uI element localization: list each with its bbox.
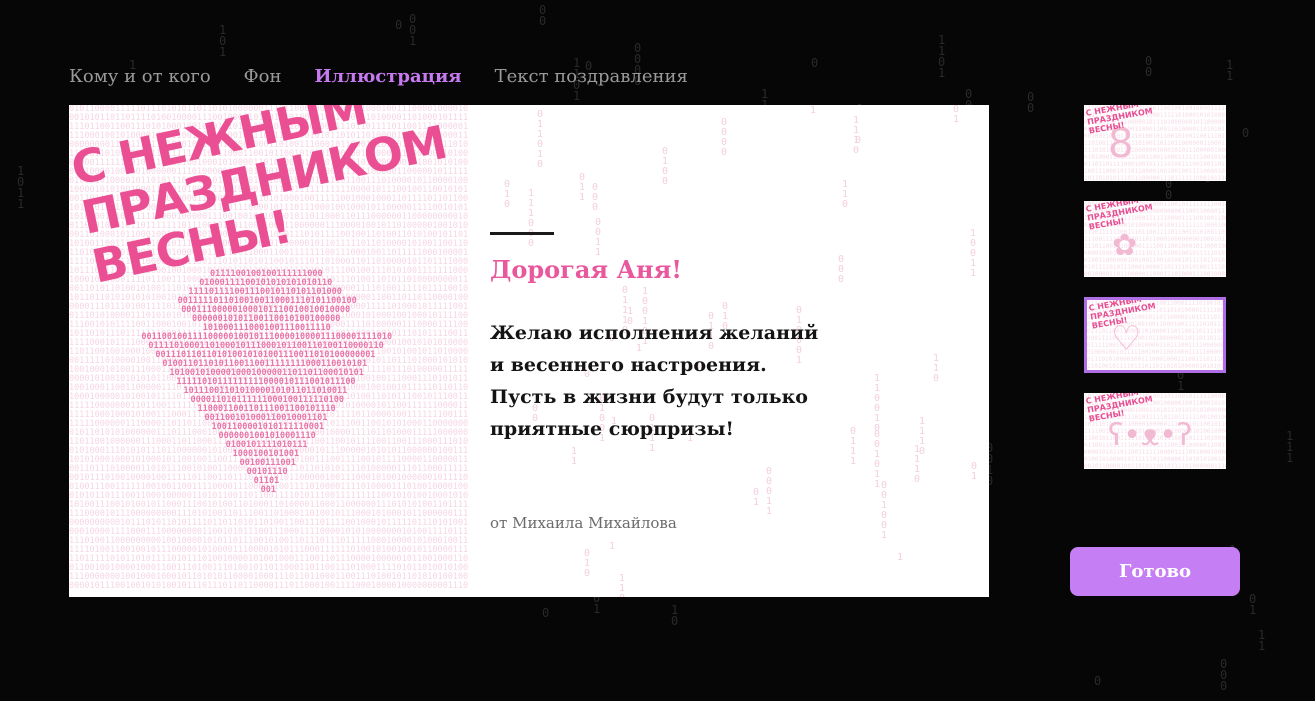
illustration-thumb-2[interactable]: 0001010100101110011000110010111111110010… <box>1084 201 1226 277</box>
card-binary-column: 1 <box>609 541 616 552</box>
binary-column: 1 1 0 1 <box>938 33 946 80</box>
postcard-preview: 0 1 0 0 10 1 01 100 0 0010 1 1 1 01 1 0 … <box>69 105 989 597</box>
card-binary-column: 0 1 1 <box>579 172 586 203</box>
binary-column: 0 <box>811 56 819 70</box>
card-sender: от Михаила Михайлова <box>490 514 677 532</box>
message-line-4: приятные сюрпризы! <box>490 418 734 440</box>
binary-column: 1 1 <box>1226 58 1234 83</box>
tab-illustration[interactable]: Иллюстрация <box>314 64 461 90</box>
card-binary-column: 1 <box>810 105 817 116</box>
binary-column: 1 0 <box>671 603 679 628</box>
binary-row: 0000101110010010101001011101110110110000… <box>69 581 469 591</box>
binary-column: 0 0 1 <box>409 12 417 48</box>
card-binary-column: 1 1 0 0 1 0 <box>874 373 881 434</box>
card-binary-column: 1 1 1 0 0 0 <box>528 188 535 249</box>
card-binary-column: 1 1 <box>571 446 578 467</box>
illustration-thumb-4[interactable]: 1011111110001011101001101100101111100001… <box>1084 393 1226 469</box>
card-binary-column: 0 1 0 <box>584 548 591 579</box>
card-binary-column: 0 1 <box>753 487 760 508</box>
teddy-bear-icon: ʕ•ᴥ•ʔ <box>1108 418 1193 453</box>
card-greeting: Дорогая Аня! <box>490 255 682 284</box>
card-binary-column: 0 0 0 0 <box>721 117 728 158</box>
message-line-2: и весеннего настроения. <box>490 354 767 376</box>
message-line-1: Желаю исполнения желаний <box>490 322 819 344</box>
illustration-thumb-1[interactable]: 1110110011000010110011001001001000011111… <box>1084 105 1226 181</box>
card-binary-column: 1 1 1 0 <box>914 444 921 485</box>
card-binary-column: 0 0 0 <box>592 182 599 213</box>
binary-column: 0 0 <box>539 3 547 28</box>
tab-recipient-sender[interactable]: Кому и от кого <box>69 64 211 90</box>
card-binary-column: 1 1 1 0 <box>853 115 860 156</box>
illustration-thumb-3[interactable]: 0111110111011010111100110001111010010111… <box>1084 297 1226 373</box>
binary-column: 0 <box>1094 674 1102 688</box>
editor-tabs: Кому и от кого Фон Иллюстрация Текст поз… <box>69 64 721 90</box>
card-message: Желаю исполнения желаний и весеннего нас… <box>490 317 870 445</box>
card-binary-column: 1 1 0 <box>842 179 849 210</box>
binary-column: 1 0 1 <box>219 23 227 59</box>
card-binary-column: 0 1 <box>953 105 960 125</box>
card-binary-column: 0 1 <box>971 461 978 482</box>
card-binary-column: 0 1 1 0 1 0 <box>537 109 544 170</box>
card-binary-column: 1 0 0 1 1 <box>970 228 977 279</box>
card-binary-column: 0 0 0 1 1 <box>766 466 773 517</box>
card-binary-column: 0 1 0 <box>504 179 511 210</box>
message-line-3: Пусть в жизни будут только <box>490 386 808 408</box>
card-binary-column: 0 0 1 1 <box>595 217 602 258</box>
card-binary-column: 0 0 1 0 0 1 <box>881 480 888 541</box>
flower-vase-icon: ✿ <box>1112 228 1138 263</box>
tab-background[interactable]: Фон <box>244 64 282 90</box>
card-binary-column: 1 <box>897 552 904 563</box>
eight-icon: 8 <box>1108 121 1134 167</box>
card-binary-column: 1 1 0 0 0 <box>619 573 626 598</box>
binary-column: 0 1 <box>1249 592 1257 617</box>
card-binary-column: 1 1 0 <box>933 353 940 384</box>
binary-column: 0 0 <box>1027 90 1035 115</box>
binary-column: 0 0 <box>1145 54 1153 79</box>
done-button[interactable]: Готово <box>1070 547 1240 596</box>
tab-greeting-text[interactable]: Текст поздравления <box>495 64 688 90</box>
binary-column: 0 <box>542 606 550 620</box>
binary-column: 1 0 1 1 <box>17 164 25 211</box>
card-binary-column: 0 0 1 0 1 1 <box>874 429 881 490</box>
binary-column: 0 <box>395 18 403 32</box>
binary-column: 1 1 1 <box>1286 429 1294 465</box>
binary-column: 0 0 0 <box>1220 657 1228 693</box>
divider <box>490 232 554 235</box>
binary-column: 0 <box>1242 126 1250 140</box>
binary-column: 1 1 <box>1258 628 1266 653</box>
card-binary-column: 0 1 0 0 <box>662 146 669 187</box>
heart-binary-row: 001 <box>260 485 277 495</box>
heart-icon: ♡ <box>1111 319 1142 359</box>
card-binary-column: 0 0 0 <box>838 254 845 285</box>
